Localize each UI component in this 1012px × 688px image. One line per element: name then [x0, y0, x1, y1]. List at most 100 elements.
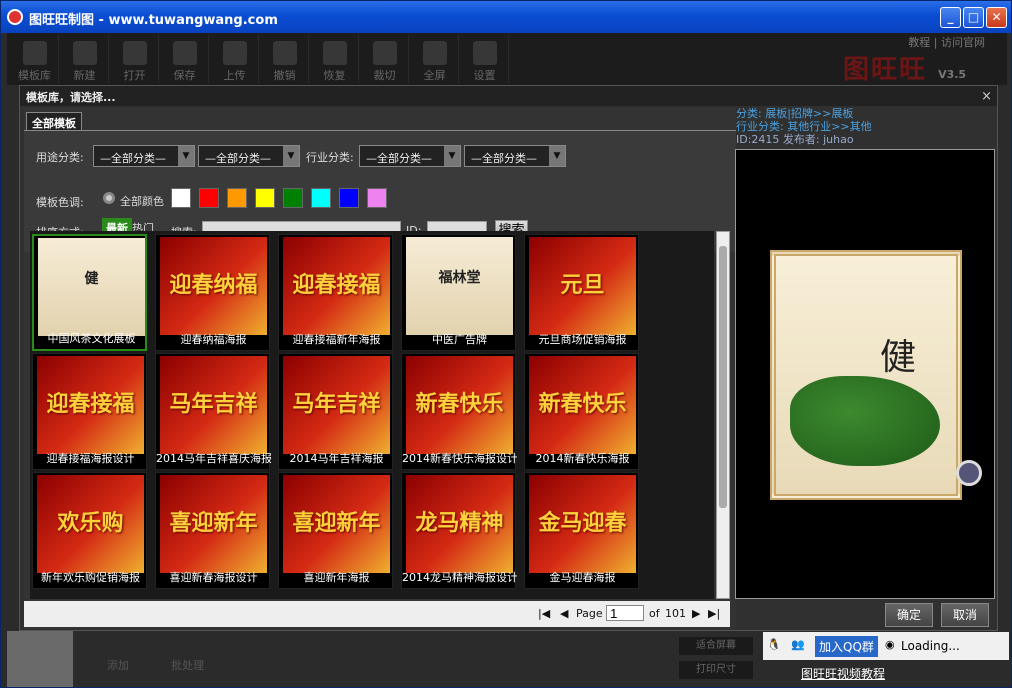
- dialog-close-button[interactable]: ×: [981, 89, 992, 104]
- template-info: 分类: 展板|招牌>>展板 行业分类: 其他行业>>其他 ID:2415 发布者…: [736, 107, 998, 149]
- color-swatch-cyan[interactable]: [311, 188, 331, 208]
- template-card[interactable]: 新春快乐 2014新春快乐海报: [524, 353, 639, 470]
- color-swatch-green[interactable]: [283, 188, 303, 208]
- id-publisher-text: ID:2415 发布者: juhao: [736, 133, 854, 146]
- folder-icon: [122, 41, 147, 65]
- template-thumbnail: 迎春接福: [37, 356, 144, 454]
- batch-button[interactable]: 批处理: [171, 657, 204, 673]
- join-qq-button[interactable]: 加入QQ群: [815, 636, 878, 657]
- color-swatch-yellow[interactable]: [255, 188, 275, 208]
- template-card[interactable]: 迎春纳福 迎春纳福海报: [155, 234, 270, 351]
- color-swatch-red[interactable]: [199, 188, 219, 208]
- template-thumbnail: 新春快乐: [529, 356, 636, 454]
- template-name: 元旦商场促销海报: [538, 333, 627, 346]
- color-label: 模板色调:: [36, 196, 84, 209]
- print-size-button[interactable]: 打印尺寸: [679, 661, 753, 679]
- chevron-down-icon: ▼: [178, 146, 194, 166]
- template-name: 2014马年吉祥海报: [289, 452, 384, 465]
- video-tutorial-link[interactable]: 图旺旺视频教程: [801, 665, 885, 682]
- upload-button[interactable]: 上传: [211, 35, 259, 83]
- template-thumbnail: 福林堂: [406, 237, 513, 335]
- color-swatch-violet[interactable]: [367, 188, 387, 208]
- disk-icon: [172, 41, 197, 65]
- redo-button[interactable]: 恢复: [311, 35, 359, 83]
- official-site-link[interactable]: 访问官网: [941, 36, 985, 49]
- color-swatch-white[interactable]: [171, 188, 191, 208]
- of-label: of: [649, 607, 660, 620]
- template-scrollbar[interactable]: [716, 231, 730, 599]
- template-card[interactable]: 金马迎春 金马迎春海报: [524, 472, 639, 589]
- color-swatch-orange[interactable]: [227, 188, 247, 208]
- open-button[interactable]: 打开: [111, 35, 159, 83]
- template-card[interactable]: 迎春接福 迎春接福新年海报: [278, 234, 393, 351]
- template-card[interactable]: 新春快乐 2014新春快乐海报设计: [401, 353, 517, 470]
- tea-hill-shape: [790, 376, 940, 466]
- window-title: 图旺旺制图 - www.tuwangwang.com: [29, 13, 278, 28]
- all-colors-radio[interactable]: [103, 192, 115, 204]
- usage-select-2[interactable]: —全部分类— ▼: [198, 145, 300, 167]
- zoom-icon[interactable]: [956, 460, 982, 486]
- add-button[interactable]: 添加: [107, 657, 129, 673]
- next-page-icon[interactable]: ▶: [692, 607, 700, 620]
- industry-select-2[interactable]: —全部分类— ▼: [464, 145, 566, 167]
- loading-text: Loading...: [901, 639, 960, 653]
- minimize-button[interactable]: _: [940, 7, 961, 28]
- new-file-icon: [72, 41, 97, 65]
- total-pages: 101: [665, 607, 686, 620]
- template-card[interactable]: 欢乐购 新年欢乐购促销海报: [32, 472, 147, 589]
- last-page-icon[interactable]: ▶|: [708, 607, 720, 620]
- save-button[interactable]: 保存: [161, 35, 209, 83]
- page-number-input[interactable]: [606, 605, 644, 621]
- template-name: 迎春接福海报设计: [46, 452, 135, 465]
- crop-button[interactable]: 裁切: [361, 35, 409, 83]
- template-thumbnail-art: 喜迎新年: [169, 510, 258, 536]
- tutorial-link[interactable]: 教程: [908, 36, 930, 49]
- qq-bar: 🐧 👥 加入QQ群 ◉ Loading...: [763, 632, 1009, 660]
- cancel-button[interactable]: 取消: [941, 603, 989, 627]
- people-icon: 👥: [791, 638, 805, 651]
- template-thumbnail-art: 新春快乐: [538, 391, 627, 417]
- template-card[interactable]: 喜迎新年 喜迎新春海报设计: [155, 472, 270, 589]
- template-library-button[interactable]: 模板库: [11, 35, 59, 83]
- fullscreen-button[interactable]: 全屏: [411, 35, 459, 83]
- template-thumbnail-art: 迎春接福: [292, 272, 381, 298]
- template-card[interactable]: 健中国风茶文化展板: [32, 234, 147, 351]
- template-thumbnail: 新春快乐: [406, 356, 513, 454]
- usage-select-1[interactable]: —全部分类— ▼: [93, 145, 195, 167]
- close-button[interactable]: ✕: [986, 7, 1007, 28]
- first-page-icon[interactable]: |◀: [538, 607, 550, 620]
- template-thumbnail-art: 金马迎春: [538, 510, 627, 536]
- maximize-button[interactable]: □: [963, 7, 984, 28]
- confirm-button[interactable]: 确定: [885, 603, 933, 627]
- undo-button[interactable]: 撤销: [261, 35, 309, 83]
- app-window: 图旺旺制图 - www.tuwangwang.com _ □ ✕ 模板库 新建 …: [0, 0, 1012, 688]
- gear-icon: [472, 41, 497, 65]
- template-card[interactable]: 喜迎新年 喜迎新年海报: [278, 472, 393, 589]
- template-thumbnail: 龙马精神: [406, 475, 513, 573]
- template-thumbnail-art: 健: [84, 271, 99, 287]
- prev-page-icon[interactable]: ◀: [560, 607, 568, 620]
- color-swatch-blue[interactable]: [339, 188, 359, 208]
- template-card[interactable]: 迎春接福 迎春接福海报设计: [32, 353, 147, 470]
- template-card[interactable]: 元旦 元旦商场促销海报: [524, 234, 639, 351]
- template-card[interactable]: 马年吉祥 2014马年吉祥海报: [278, 353, 393, 470]
- settings-button[interactable]: 设置: [461, 35, 509, 83]
- fit-screen-button[interactable]: 适合屏幕: [679, 637, 753, 655]
- industry-label: 行业分类:: [306, 151, 354, 164]
- chevron-down-icon: ▼: [283, 146, 299, 166]
- scroll-thumb[interactable]: [719, 246, 727, 508]
- house-icon: [22, 41, 47, 65]
- new-button[interactable]: 新建: [61, 35, 109, 83]
- scissors-icon: [372, 41, 397, 65]
- template-thumbnail: 迎春纳福: [160, 237, 267, 335]
- template-thumbnail: 喜迎新年: [283, 475, 390, 573]
- page-label: Page: [576, 607, 603, 620]
- template-browser: 全部模板 用途分类: —全部分类— ▼ —全部分类— ▼ 行业分类: —全部分类— ▼…: [24, 108, 736, 629]
- template-card[interactable]: 福林堂 中医广告牌: [401, 234, 516, 351]
- industry-select-1[interactable]: —全部分类— ▼: [359, 145, 461, 167]
- app-icon: [7, 9, 23, 25]
- template-card[interactable]: 龙马精神 2014龙马精神海报设计: [401, 472, 517, 589]
- template-thumbnail: 健: [38, 238, 145, 336]
- template-thumbnail: 迎春接福: [283, 237, 390, 335]
- template-card[interactable]: 马年吉祥 2014马年吉祥喜庆海报: [155, 353, 271, 470]
